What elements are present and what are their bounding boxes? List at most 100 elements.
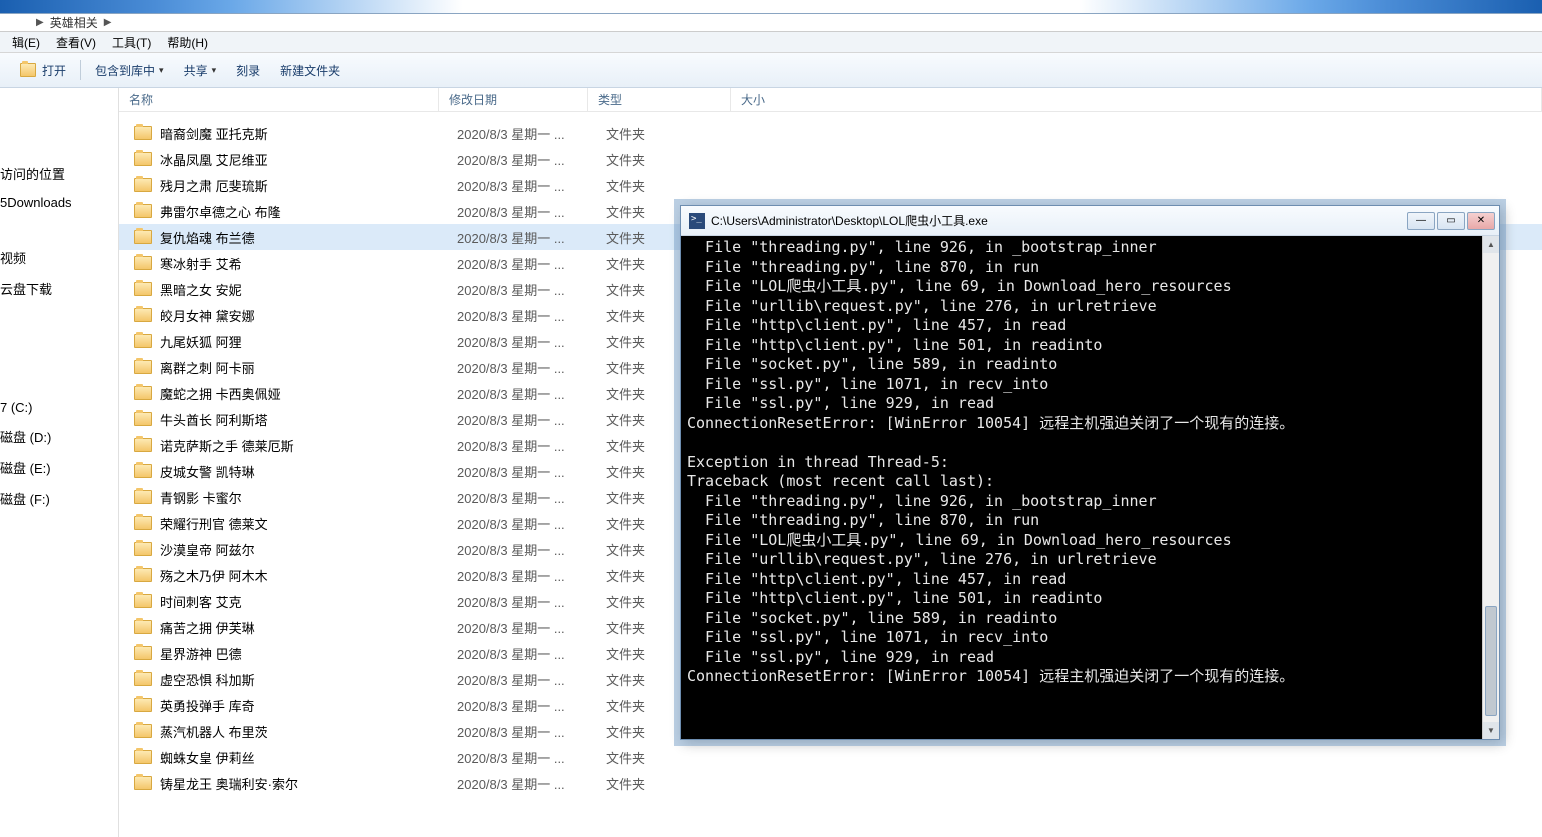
folder-icon	[134, 568, 152, 582]
folder-icon	[134, 724, 152, 738]
folder-icon	[134, 386, 152, 400]
folder-icon	[134, 204, 152, 218]
file-name: 暗裔剑魔 亚托克斯	[160, 124, 457, 143]
file-date: 2020/8/3 星期一 ...	[457, 774, 606, 793]
header-type[interactable]: 类型	[588, 88, 731, 111]
header-size[interactable]: 大小	[731, 88, 1542, 111]
folder-icon	[20, 63, 36, 77]
console-window[interactable]: C:\Users\Administrator\Desktop\LOL爬虫小工具.…	[680, 205, 1500, 740]
file-row[interactable]: 残月之肃 厄斐琉斯2020/8/3 星期一 ...文件夹	[119, 172, 1542, 198]
folder-icon	[134, 256, 152, 270]
scrollbar-down-icon[interactable]: ▼	[1483, 722, 1499, 739]
file-name: 青钢影 卡蜜尔	[160, 488, 457, 507]
sidebar-item-video[interactable]: 视频	[0, 242, 118, 273]
share-button[interactable]: 共享	[174, 53, 227, 87]
header-name[interactable]: 名称	[119, 88, 439, 111]
file-name: 星界游神 巴德	[160, 644, 457, 663]
header-date[interactable]: 修改日期	[439, 88, 588, 111]
file-date: 2020/8/3 星期一 ...	[457, 124, 606, 143]
new-folder-button[interactable]: 新建文件夹	[270, 53, 350, 87]
file-date: 2020/8/3 星期一 ...	[457, 618, 606, 637]
file-name: 虚空恐惧 科加斯	[160, 670, 457, 689]
folder-icon	[134, 126, 152, 140]
close-button[interactable]: ✕	[1467, 212, 1495, 230]
file-name: 九尾妖狐 阿狸	[160, 332, 457, 351]
folder-icon	[134, 360, 152, 374]
sidebar-item-downloads[interactable]: 5Downloads	[0, 189, 118, 216]
file-date: 2020/8/3 星期一 ...	[457, 566, 606, 585]
file-type: 文件夹	[606, 176, 749, 195]
burn-button[interactable]: 刻录	[226, 53, 270, 87]
file-name: 时间刺客 艾克	[160, 592, 457, 611]
console-app-icon	[689, 213, 705, 229]
file-name: 寒冰射手 艾希	[160, 254, 457, 273]
file-name: 离群之刺 阿卡丽	[160, 358, 457, 377]
folder-icon	[134, 230, 152, 244]
file-name: 皎月女神 黛安娜	[160, 306, 457, 325]
file-name: 铸星龙王 奥瑞利安·索尔	[160, 774, 457, 793]
folder-icon	[134, 178, 152, 192]
console-scrollbar[interactable]: ▲ ▼	[1482, 236, 1499, 739]
file-type: 文件夹	[606, 748, 749, 767]
share-label: 共享	[184, 62, 208, 79]
folder-icon	[134, 412, 152, 426]
file-name: 蜘蛛女皇 伊莉丝	[160, 748, 457, 767]
file-row[interactable]: 蜘蛛女皇 伊莉丝2020/8/3 星期一 ...文件夹	[119, 744, 1542, 770]
file-date: 2020/8/3 星期一 ...	[457, 488, 606, 507]
file-date: 2020/8/3 星期一 ...	[457, 410, 606, 429]
folder-icon	[134, 308, 152, 322]
scrollbar-up-icon[interactable]: ▲	[1483, 236, 1499, 253]
file-date: 2020/8/3 星期一 ...	[457, 748, 606, 767]
toolbar: 打开 包含到库中 共享 刻录 新建文件夹	[0, 53, 1542, 88]
file-date: 2020/8/3 星期一 ...	[457, 202, 606, 221]
file-date: 2020/8/3 星期一 ...	[457, 358, 606, 377]
minimize-button[interactable]: —	[1407, 212, 1435, 230]
file-name: 冰晶凤凰 艾尼维亚	[160, 150, 457, 169]
file-row[interactable]: 铸星龙王 奥瑞利安·索尔2020/8/3 星期一 ...文件夹	[119, 770, 1542, 796]
file-date: 2020/8/3 星期一 ...	[457, 150, 606, 169]
folder-icon	[134, 516, 152, 530]
file-row[interactable]: 冰晶凤凰 艾尼维亚2020/8/3 星期一 ...文件夹	[119, 146, 1542, 172]
file-date: 2020/8/3 星期一 ...	[457, 176, 606, 195]
file-type: 文件夹	[606, 774, 749, 793]
menu-edit[interactable]: 辑(E)	[4, 34, 48, 51]
sidebar-item-disk-e[interactable]: 磁盘 (E:)	[0, 452, 118, 483]
folder-icon	[134, 750, 152, 764]
open-button[interactable]: 打开	[10, 53, 76, 87]
menu-help[interactable]: 帮助(H)	[159, 34, 216, 51]
console-titlebar[interactable]: C:\Users\Administrator\Desktop\LOL爬虫小工具.…	[681, 206, 1499, 236]
folder-icon	[134, 282, 152, 296]
maximize-button[interactable]: ▭	[1437, 212, 1465, 230]
file-name: 弗雷尔卓德之心 布隆	[160, 202, 457, 221]
sidebar-item-cloud[interactable]: 云盘下载	[0, 273, 118, 304]
breadcrumb-folder[interactable]: 英雄相关	[50, 14, 98, 31]
file-date: 2020/8/3 星期一 ...	[457, 384, 606, 403]
toolbar-separator	[80, 60, 81, 80]
menu-tools[interactable]: 工具(T)	[104, 34, 159, 51]
sidebar-item-disk-d[interactable]: 磁盘 (D:)	[0, 421, 118, 452]
file-date: 2020/8/3 星期一 ...	[457, 696, 606, 715]
file-name: 英勇投弹手 库奇	[160, 696, 457, 715]
sidebar-item-disk-f[interactable]: 磁盘 (F:)	[0, 483, 118, 514]
file-name: 殇之木乃伊 阿木木	[160, 566, 457, 585]
file-date: 2020/8/3 星期一 ...	[457, 540, 606, 559]
breadcrumb-dropdown-icon[interactable]: ▶	[104, 17, 112, 28]
file-date: 2020/8/3 星期一 ...	[457, 592, 606, 611]
menu-view[interactable]: 查看(V)	[48, 34, 104, 51]
include-library-button[interactable]: 包含到库中	[85, 53, 174, 87]
sidebar-item-visited[interactable]: 访问的位置	[0, 158, 118, 189]
file-row[interactable]: 暗裔剑魔 亚托克斯2020/8/3 星期一 ...文件夹	[119, 120, 1542, 146]
sidebar-item-disk-c[interactable]: 7 (C:)	[0, 394, 118, 421]
file-date: 2020/8/3 星期一 ...	[457, 332, 606, 351]
file-date: 2020/8/3 星期一 ...	[457, 280, 606, 299]
folder-icon	[134, 152, 152, 166]
open-label: 打开	[42, 62, 66, 79]
scrollbar-thumb[interactable]	[1485, 606, 1497, 716]
file-date: 2020/8/3 星期一 ...	[457, 462, 606, 481]
file-name: 蒸汽机器人 布里茨	[160, 722, 457, 741]
include-label: 包含到库中	[95, 62, 155, 79]
address-bar[interactable]: ▶ 英雄相关 ▶	[0, 14, 1542, 32]
console-output: File "threading.py", line 926, in _boots…	[681, 236, 1499, 739]
folder-icon	[134, 490, 152, 504]
menu-bar: 辑(E) 查看(V) 工具(T) 帮助(H)	[0, 32, 1542, 53]
